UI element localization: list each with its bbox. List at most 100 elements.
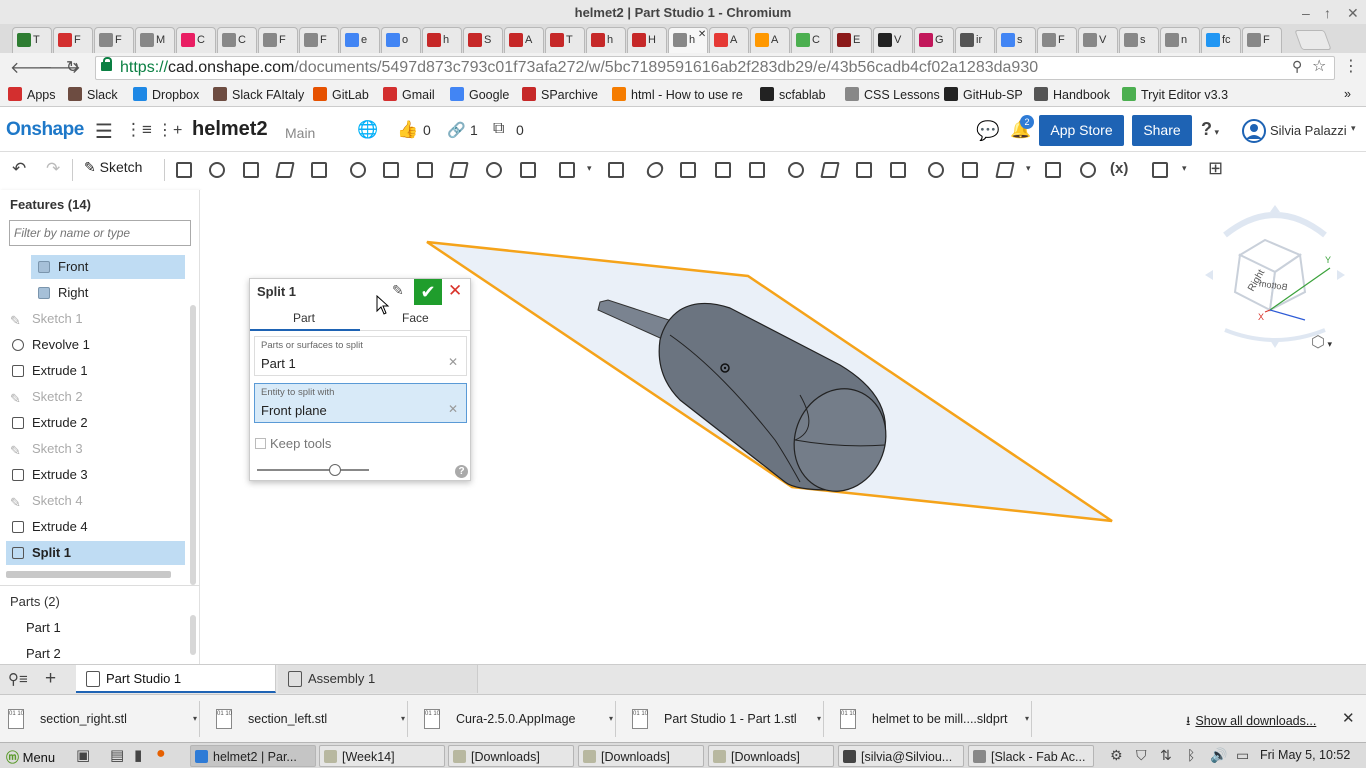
show-all-downloads-link[interactable]: ⭳ Show all downloads...: [1186, 712, 1316, 733]
undo-icon[interactable]: ↶: [12, 159, 26, 179]
modify-fillet-tool-icon[interactable]: [786, 160, 806, 180]
browser-tab[interactable]: C: [217, 27, 257, 53]
branch-name[interactable]: Main: [285, 125, 315, 141]
user-name[interactable]: Silvia Palazzi: [1270, 123, 1347, 138]
variable-button[interactable]: (x): [1110, 160, 1128, 177]
parts-scrollbar[interactable]: [190, 615, 196, 655]
document-name[interactable]: helmet2: [192, 118, 268, 141]
chevron-down-icon[interactable]: ▾: [1026, 163, 1031, 174]
browser-tab[interactable]: h: [586, 27, 626, 53]
keep-tools-checkbox[interactable]: Keep tools: [255, 436, 331, 451]
thicken-tool-icon[interactable]: [309, 160, 329, 180]
bookmark-item[interactable]: Dropbox: [133, 87, 199, 102]
part-item[interactable]: Part 2: [26, 646, 61, 661]
shell-launcher-icon[interactable]: ▮: [134, 746, 142, 764]
reload-icon[interactable]: ↻: [66, 57, 79, 77]
help-icon[interactable]: ? ▾: [1201, 119, 1219, 140]
browser-tab[interactable]: F: [1242, 27, 1282, 53]
offset-surface-tool-icon[interactable]: [926, 160, 946, 180]
delete-part-tool-icon[interactable]: [747, 160, 767, 180]
download-options-chevron-icon[interactable]: ▾: [609, 701, 613, 737]
transform-tool-icon[interactable]: [713, 160, 733, 180]
parts-to-split-field[interactable]: Parts or surfaces to split Part 1 ✕: [254, 336, 467, 376]
browser-tab[interactable]: M: [135, 27, 175, 53]
edit-pencil-icon[interactable]: ✎: [392, 282, 404, 299]
feature-item-sketch-3[interactable]: Sketch 3: [6, 437, 185, 463]
shield-tray-icon[interactable]: ⛉: [1136, 747, 1147, 764]
rib-tool-icon[interactable]: [518, 160, 538, 180]
browser-menu-icon[interactable]: ⋮: [1343, 56, 1359, 76]
battery-tray-icon[interactable]: ▭: [1236, 747, 1249, 764]
feature-item-sketch-2[interactable]: Sketch 2: [6, 385, 185, 411]
avatar[interactable]: [1242, 119, 1266, 143]
network-tray-icon[interactable]: ⇅: [1160, 747, 1172, 764]
link-icon[interactable]: 🔗: [447, 121, 466, 139]
feature-item-extrude-1[interactable]: Extrude 1: [6, 359, 185, 383]
browser-tab[interactable]: F: [258, 27, 298, 53]
browser-tab[interactable]: h: [422, 27, 462, 53]
chevron-down-icon[interactable]: ▾: [587, 163, 592, 174]
view-cube[interactable]: Right Bottom Y X: [1205, 200, 1345, 350]
chamfer-tool-icon[interactable]: [381, 160, 401, 180]
tab-assembly-1[interactable]: Assembly 1: [278, 665, 478, 693]
help-question-icon[interactable]: ?: [455, 465, 468, 478]
mate-connector-tool-icon[interactable]: [1043, 160, 1063, 180]
bookmark-item[interactable]: Slack FAItaly: [213, 87, 304, 102]
browser-tab[interactable]: G: [914, 27, 954, 53]
browser-tab[interactable]: n: [1160, 27, 1200, 53]
browser-tab[interactable]: s: [1119, 27, 1159, 53]
download-item[interactable]: 01 10 helmet to be mill....sldprt ▾: [832, 701, 1032, 737]
bookmark-star-icon[interactable]: ☆: [1312, 56, 1326, 76]
browser-tab[interactable]: V: [873, 27, 913, 53]
browser-tab[interactable]: h ✕: [668, 27, 708, 53]
shell-tool-icon[interactable]: [449, 160, 469, 180]
plane-tool-icon[interactable]: [960, 160, 980, 180]
fillet-tool-icon[interactable]: [348, 160, 368, 180]
clear-x-icon[interactable]: ✕: [448, 402, 458, 416]
browser-tab[interactable]: A: [504, 27, 544, 53]
entity-to-split-with-field[interactable]: Entity to split with Front plane ✕: [254, 383, 467, 423]
like-icon[interactable]: 👍: [397, 120, 418, 140]
minimize-icon[interactable]: –: [1302, 0, 1310, 26]
helmet-part[interactable]: [658, 302, 900, 504]
taskbar-window-button[interactable]: [silvia@Silviou...: [838, 745, 964, 767]
feature-item-sketch-1[interactable]: Sketch 1: [6, 307, 185, 333]
browser-tab[interactable]: C: [791, 27, 831, 53]
download-options-chevron-icon[interactable]: ▾: [1025, 701, 1029, 737]
tab-face[interactable]: Face: [402, 311, 429, 325]
user-menu-chevron-icon[interactable]: ▾: [1351, 123, 1356, 134]
tab-manager-icon[interactable]: ⚲≡: [8, 670, 28, 688]
revolve-tool-icon[interactable]: [207, 160, 227, 180]
move-face-tool-icon[interactable]: [854, 160, 874, 180]
browser-tab[interactable]: e: [340, 27, 380, 53]
hamburger-menu-icon[interactable]: ☰: [95, 119, 113, 144]
close-downloads-icon[interactable]: ✕: [1342, 709, 1355, 727]
start-menu-button[interactable]: ⓜ Menu: [6, 747, 55, 766]
feature-item-extrude-3[interactable]: Extrude 3: [6, 463, 185, 487]
app-store-button[interactable]: App Store: [1039, 115, 1124, 146]
download-item[interactable]: 01 10 section_right.stl ▾: [0, 701, 200, 737]
horizontal-scrollbar[interactable]: [6, 571, 171, 578]
bluetooth-tray-icon[interactable]: ᛒ: [1187, 747, 1195, 763]
tab-part[interactable]: Part: [293, 311, 315, 325]
browser-tab[interactable]: o: [381, 27, 421, 53]
download-options-chevron-icon[interactable]: ▾: [401, 701, 405, 737]
replace-face-tool-icon[interactable]: [888, 160, 908, 180]
terminal-launcher-icon[interactable]: ▣: [76, 746, 90, 764]
feature-filter-input[interactable]: [9, 220, 191, 246]
add-custom-feature-icon[interactable]: ⊞: [1208, 158, 1223, 179]
sketch-button[interactable]: ✎ Sketch: [84, 159, 142, 176]
comments-icon[interactable]: 💬: [976, 119, 1000, 143]
close-tab-icon[interactable]: ✕: [695, 29, 706, 40]
browser-tab[interactable]: C: [176, 27, 216, 53]
browser-tab[interactable]: T: [545, 27, 585, 53]
download-item[interactable]: 01 10 Cura-2.5.0.AppImage ▾: [416, 701, 616, 737]
view-options-cube-icon[interactable]: ⬡ ▾: [1311, 332, 1332, 352]
insert-icon[interactable]: ⋮+: [157, 120, 182, 140]
add-tab-icon[interactable]: +: [45, 668, 56, 690]
bookmark-item[interactable]: SParchive: [522, 87, 598, 102]
cancel-x-icon[interactable]: ✕: [448, 281, 462, 301]
close-window-icon[interactable]: ✕: [1347, 0, 1359, 26]
feature-item-sketch-4[interactable]: Sketch 4: [6, 489, 185, 515]
download-item[interactable]: 01 10 Part Studio 1 - Part 1.stl ▾: [624, 701, 824, 737]
